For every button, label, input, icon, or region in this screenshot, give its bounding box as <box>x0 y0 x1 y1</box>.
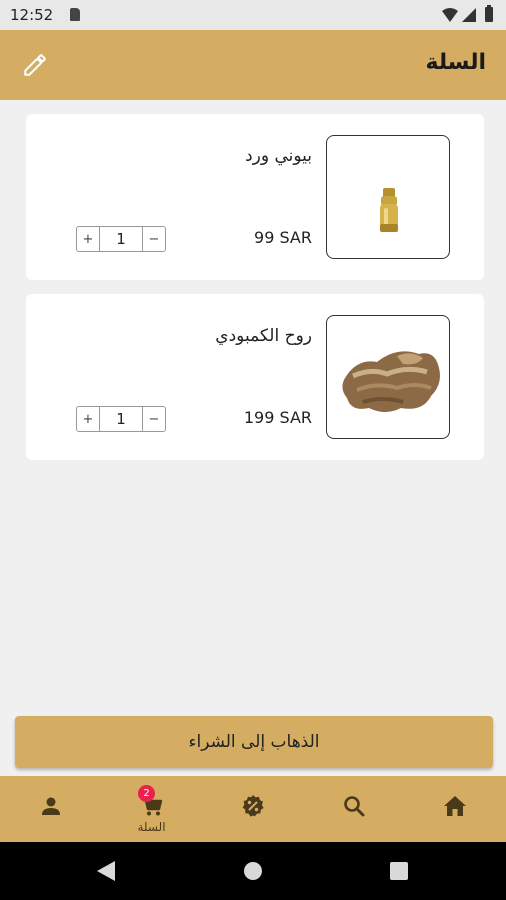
discount-icon <box>242 795 264 817</box>
quantity-value: 1 <box>99 227 143 251</box>
search-icon <box>343 796 364 817</box>
product-name: روح الكمبودي <box>215 326 312 346</box>
nav-label-cart: السلة <box>137 820 166 834</box>
perfume-bottle-image <box>380 188 398 232</box>
product-image[interactable] <box>326 135 450 259</box>
product-name: بيوني ورد <box>245 146 312 166</box>
product-image[interactable] <box>326 315 450 439</box>
quantity-stepper: + 1 − <box>76 226 166 252</box>
sd-card-icon <box>70 8 80 21</box>
signal-icon <box>462 8 476 22</box>
product-price: 99 SAR <box>254 228 312 247</box>
status-time: 12:52 <box>10 6 54 24</box>
agarwood-image <box>342 351 440 412</box>
page-title: السلة <box>425 50 486 75</box>
increment-button[interactable]: + <box>77 407 99 431</box>
nav-item-home[interactable] <box>404 776 505 842</box>
checkout-button[interactable]: الذهاب إلى الشراء <box>15 716 493 768</box>
recent-apps-icon[interactable] <box>390 862 408 880</box>
battery-icon <box>485 5 493 22</box>
nav-item-search[interactable] <box>303 776 404 842</box>
back-icon[interactable] <box>97 861 115 881</box>
edit-icon[interactable] <box>22 52 48 78</box>
increment-button[interactable]: + <box>77 227 99 251</box>
home-button-icon[interactable] <box>244 862 262 880</box>
profile-icon <box>41 797 60 815</box>
cart-item[interactable]: روح الكمبودي 199 SAR + 1 − <box>26 294 484 460</box>
cart-item[interactable]: بيوني ورد 99 SAR + 1 − <box>26 114 484 280</box>
nav-item-offers[interactable] <box>202 776 303 842</box>
status-bar: 12:52 <box>0 0 506 30</box>
quantity-value: 1 <box>99 407 143 431</box>
nav-item-cart[interactable]: 2 السلة <box>101 776 202 842</box>
decrement-button[interactable]: − <box>143 407 165 431</box>
product-price: 199 SAR <box>243 408 312 427</box>
cart-badge: 2 <box>138 785 155 802</box>
quantity-stepper: + 1 − <box>76 406 166 432</box>
system-nav-bar <box>0 842 506 900</box>
app-header: السلة <box>0 30 506 100</box>
decrement-button[interactable]: − <box>143 227 165 251</box>
nav-item-profile[interactable] <box>0 776 101 842</box>
bottom-nav: 2 السلة <box>0 776 506 842</box>
wifi-icon <box>442 8 458 22</box>
checkout-label: الذهاب إلى الشراء <box>188 732 320 752</box>
home-icon <box>443 796 466 816</box>
